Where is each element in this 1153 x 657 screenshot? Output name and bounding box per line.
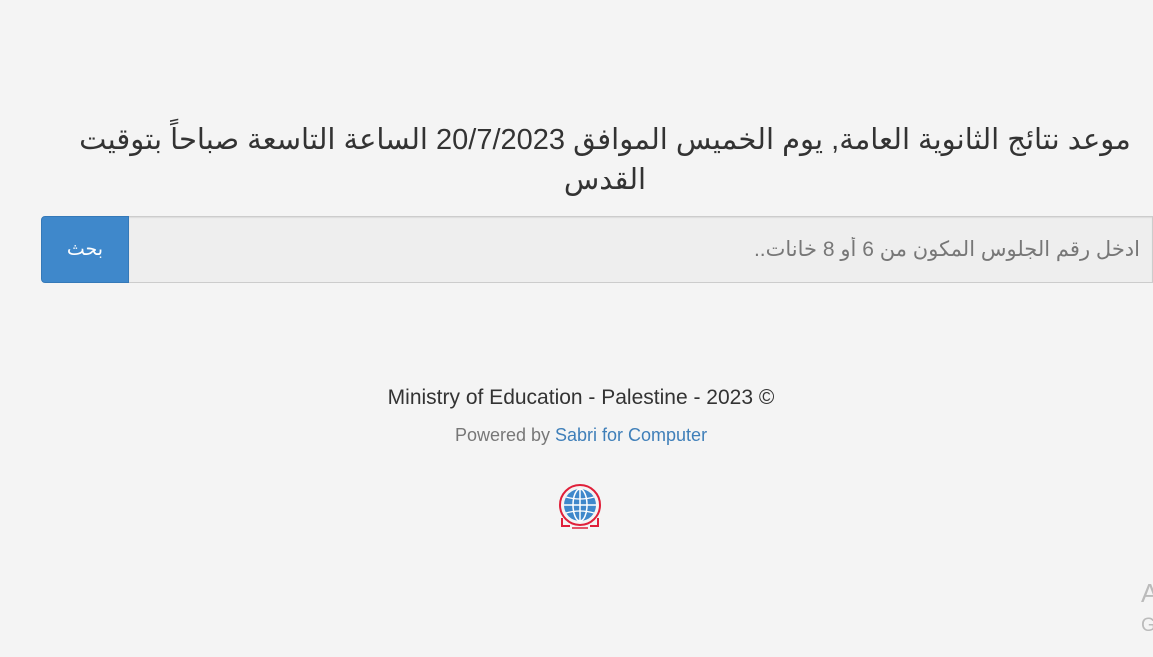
globe-logo-icon[interactable] xyxy=(556,482,604,532)
edge-fragment-lower: G xyxy=(1141,615,1153,636)
search-button[interactable]: بحث xyxy=(41,216,129,283)
edge-fragment-upper: A xyxy=(1141,578,1153,608)
sabri-for-computer-link[interactable]: Sabri for Computer xyxy=(555,425,707,445)
seat-number-input[interactable] xyxy=(129,216,1153,283)
announcement-headline: موعد نتائج الثانوية العامة, يوم الخميس ا… xyxy=(79,124,1131,196)
page: موعد نتائج الثانوية العامة, يوم الخميس ا… xyxy=(0,0,1153,657)
powered-by-label: Powered by xyxy=(454,425,555,445)
globe-logo-svg xyxy=(559,484,601,529)
search-form: بحث xyxy=(41,216,1153,283)
footer-copyright: Ministry of Education - Palestine - 2023… xyxy=(387,386,775,409)
footer-powered-by: Powered by Sabri for Computer xyxy=(0,425,1153,446)
